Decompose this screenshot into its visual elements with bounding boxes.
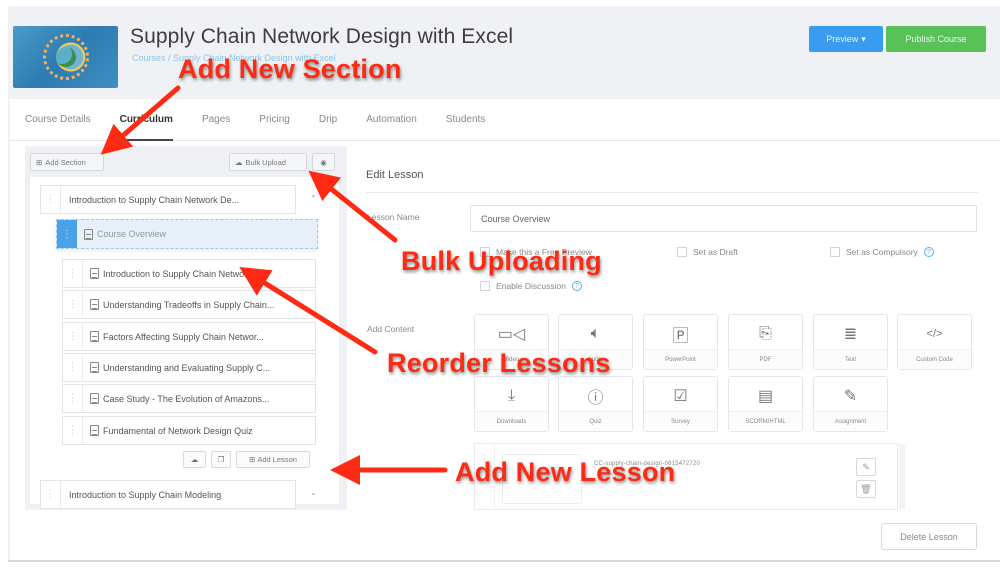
lesson-name-input[interactable]: Course Overview	[470, 205, 977, 232]
annotation-bulk-uploading: Bulk Uploading	[401, 246, 602, 276]
section-list: ⋮ Introduction to Supply Chain Network D…	[30, 177, 339, 509]
quiz-icon: ⓘ	[587, 390, 604, 407]
assignment-icon: ✎	[843, 388, 858, 405]
caret-down-icon: ▾	[861, 33, 866, 44]
eye-icon: ◉	[320, 157, 327, 167]
chevron-down-icon[interactable]: ⌄	[310, 488, 317, 497]
drag-handle-icon[interactable]: ⋮	[63, 354, 83, 381]
content-type-assignment[interactable]: ✎ Assignment	[813, 376, 888, 432]
content-type-pdf[interactable]: ⎘ PDF	[728, 314, 803, 370]
quiz-document-icon	[90, 425, 99, 436]
drag-handle-icon[interactable]: ⋮	[63, 291, 83, 318]
add-lesson-button[interactable]: ⊞ Add Lesson	[236, 451, 310, 468]
annotation-reorder-lessons: Reorder Lessons	[387, 348, 611, 378]
chevron-up-icon[interactable]: ⌃	[310, 194, 317, 203]
publish-course-button[interactable]: Publish Course	[886, 26, 986, 52]
copy-lesson-button[interactable]: ❐	[211, 451, 231, 468]
course-title: Supply Chain Network Design with Excel	[130, 25, 514, 48]
tab-pricing[interactable]: Pricing	[259, 99, 290, 141]
scorm-icon: ▤	[757, 388, 774, 405]
main-panel: Course Details Curriculum Pages Pricing …	[10, 99, 1000, 560]
lesson-item[interactable]: ⋮ Factors Affecting Supply Chain Networ.…	[62, 322, 316, 351]
drag-handle-icon[interactable]: ⋮	[63, 260, 83, 287]
tab-students[interactable]: Students	[446, 99, 485, 141]
tab-drip[interactable]: Drip	[319, 99, 337, 141]
drag-handle-icon[interactable]: ⋮	[57, 220, 77, 248]
content-type-scorm[interactable]: ▤ SCORM/HTML	[728, 376, 803, 432]
lesson-item[interactable]: ⋮ Case Study - The Evolution of Amazons.…	[62, 384, 316, 413]
bulk-upload-button[interactable]: ☁ Bulk Upload	[229, 153, 307, 171]
download-icon: ⤓	[507, 387, 516, 404]
upload-lesson-button[interactable]: ☁	[183, 451, 206, 468]
tab-course-details[interactable]: Course Details	[25, 99, 91, 141]
curriculum-sidebar: ⊞ Add Section ☁ Bulk Upload ◉ ⋮ Introduc…	[25, 146, 347, 510]
enable-discussion-checkbox[interactable]: Enable Discussion ?	[480, 281, 582, 291]
content-type-downloads[interactable]: ⤓ Downloads	[474, 376, 549, 432]
content-type-survey[interactable]: ☑ Survey	[643, 376, 718, 432]
tab-automation[interactable]: Automation	[366, 99, 417, 141]
globe-icon	[56, 47, 76, 67]
checkbox-icon	[830, 247, 840, 257]
code-icon: </>	[926, 328, 943, 340]
set-as-draft-checkbox[interactable]: Set as Draft	[677, 247, 738, 257]
add-content-label: Add Content	[367, 324, 415, 334]
add-section-button[interactable]: ⊞ Add Section	[30, 153, 104, 171]
annotation-add-lesson: Add New Lesson	[455, 457, 676, 487]
scrollbar[interactable]	[899, 444, 905, 509]
tab-curriculum[interactable]: Curriculum	[119, 99, 174, 141]
set-as-compulsory-checkbox[interactable]: Set as Compulsory ?	[830, 247, 934, 257]
audio-icon: 🔈︎	[590, 325, 601, 342]
copy-icon: ❐	[217, 455, 225, 464]
edit-lesson-heading: Edit Lesson	[366, 169, 424, 181]
pdf-icon: ⎘	[759, 325, 772, 342]
pencil-icon: ✎	[862, 461, 870, 472]
tab-pages[interactable]: Pages	[202, 99, 230, 141]
upload-cloud-icon: ☁	[235, 157, 243, 167]
content-type-quiz[interactable]: ⓘ Quiz	[558, 376, 633, 432]
powerpoint-icon: 🄿	[672, 328, 689, 345]
lesson-item[interactable]: ⋮ Understanding Tradeoffs in Supply Chai…	[62, 290, 316, 319]
delete-media-button[interactable]: 🗑︎	[856, 480, 876, 498]
cloud-upload-icon: ☁	[190, 455, 199, 464]
survey-icon: ☑	[673, 388, 688, 405]
lesson-item[interactable]: ⋮ Fundamental of Network Design Quiz	[62, 416, 316, 445]
edit-media-button[interactable]: ✎	[856, 458, 876, 476]
drag-handle-icon[interactable]: ⋮	[63, 417, 83, 444]
section-item[interactable]: ⋮ Introduction to Supply Chain Modeling	[40, 480, 296, 509]
drag-handle-icon[interactable]: ⋮	[41, 186, 61, 213]
preview-eye-button[interactable]: ◉	[312, 153, 335, 171]
plus-square-icon: ⊞	[36, 157, 43, 167]
document-icon	[90, 362, 99, 373]
divider	[366, 192, 978, 193]
document-icon	[90, 268, 99, 279]
course-thumbnail	[13, 26, 118, 88]
document-icon	[84, 228, 93, 240]
delete-lesson-button[interactable]: Delete Lesson	[881, 523, 977, 550]
text-icon: ≣	[843, 326, 858, 343]
preview-button[interactable]: Preview ▾	[809, 26, 883, 52]
checkbox-icon	[480, 281, 490, 291]
content-type-powerpoint[interactable]: 🄿 PowerPoint	[643, 314, 718, 370]
lesson-item-dragging[interactable]: ⋮ Course Overview	[56, 219, 318, 249]
content-type-custom-code[interactable]: </> Custom Code	[897, 314, 972, 370]
trash-icon: 🗑︎	[860, 483, 872, 494]
lesson-item[interactable]: ⋮ Introduction to Supply Chain Network D…	[62, 259, 316, 288]
plus-square-icon: ⊞	[249, 455, 256, 464]
content-type-text[interactable]: ≣ Text	[813, 314, 888, 370]
document-icon	[90, 299, 99, 310]
drag-handle-icon[interactable]: ⋮	[63, 385, 83, 412]
tab-bar: Course Details Curriculum Pages Pricing …	[10, 99, 1000, 141]
help-icon[interactable]: ?	[571, 281, 582, 291]
annotation-add-section: Add New Section	[178, 54, 402, 84]
checkbox-icon	[677, 247, 687, 257]
document-icon	[90, 393, 99, 404]
section-item[interactable]: ⋮ Introduction to Supply Chain Network D…	[40, 185, 296, 214]
video-icon: ▭◁	[497, 326, 526, 343]
help-icon[interactable]: ?	[923, 247, 934, 257]
drag-handle-icon[interactable]: ⋮	[41, 481, 61, 508]
document-icon	[90, 331, 99, 342]
drag-handle-icon[interactable]: ⋮	[63, 323, 83, 350]
lesson-item[interactable]: ⋮ Understanding and Evaluating Supply C.…	[62, 353, 316, 382]
lesson-name-label: Lesson Name	[367, 212, 420, 222]
